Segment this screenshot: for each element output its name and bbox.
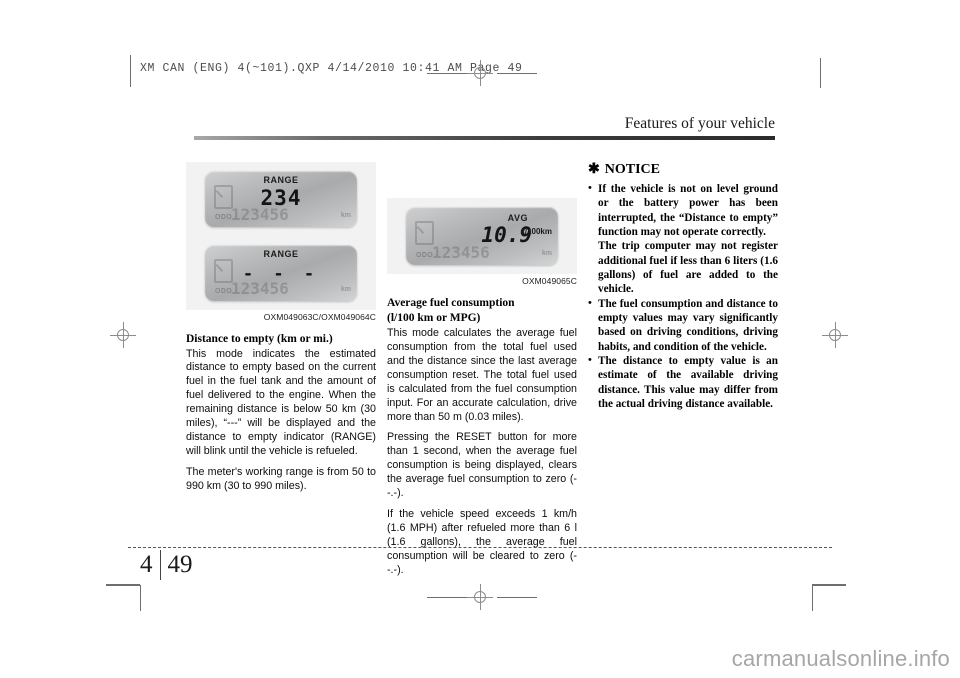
asterisk-icon: ✱ [588,162,600,177]
lcd-odo-label: ODO [215,288,233,295]
registration-mark-bottom [467,584,493,610]
header-rule [194,136,775,140]
crop-rule-top-right [497,72,537,74]
notice-item-text: The distance to empty value is an estima… [598,354,778,410]
crop-bar-bottom-left-v [140,585,141,611]
registration-mark-left [110,322,136,348]
paragraph-avg-3: If the vehicle speed exceeds 1 km/h (1.6… [387,508,577,576]
figure-plate-range-value: RANGE 234 ODO 123456 km [186,162,376,236]
notice-item-text: The fuel consumption and distance to emp… [598,297,778,353]
lcd-units-avg: ℓ/100km [520,227,552,236]
crop-bar-bottom-right-v [812,585,813,611]
section-heading-avg-fuel-consumption-line2: (l/100 km or MPG) [387,311,481,324]
crop-bar-top-left [130,55,131,87]
lcd-odo-value: 123456 [432,243,490,262]
lcd-odo-unit: km [340,286,351,293]
section-heading-distance-to-empty: Distance to empty (km or mi.) [186,333,333,345]
figure-avg-consumption: AVG 10.9 ℓ/100km ODO 123456 km OXM049065… [387,162,577,286]
notice-item-text: If the vehicle is not on level ground or… [598,183,778,296]
notice-list: If the vehicle is not on level ground or… [588,181,778,411]
notice-heading: ✱ NOTICE [588,162,778,178]
figure-caption: OXM049063C/OXM049064C [263,312,376,322]
page-folio: 4 49 [140,550,193,580]
crop-bar-bottom-right-h [812,584,846,586]
lcd-panel-range-dashes: RANGE - - - ODO 123456 km [205,245,357,301]
lcd-label-avg: AVG [507,213,528,223]
site-watermark: carmanualsonline.info [731,646,950,671]
lcd-odo-value: 123456 [231,279,289,298]
notice-title-text: NOTICE [604,162,660,177]
paragraph-avg-2: Pressing the RESET button for more than … [387,431,577,500]
folio-divider [159,550,161,580]
column-left: RANGE 234 ODO 123456 km RANGE - - - ODO … [186,162,376,501]
figure-caption: OXM049065C [522,276,577,286]
lcd-panel-range-value: RANGE 234 ODO 123456 km [205,171,357,227]
lcd-panel-avg: AVG 10.9 ℓ/100km ODO 123456 km [406,207,558,265]
lcd-label-range: RANGE [263,249,299,259]
notice-list-item: If the vehicle is not on level ground or… [588,181,778,297]
registration-mark-right [822,322,848,348]
fuel-pump-icon [415,221,434,245]
registration-mark-top [467,60,493,86]
page-running-head: Features of your vehicle [624,115,775,132]
page-body-columns: RANGE 234 ODO 123456 km RANGE - - - ODO … [186,162,778,576]
crop-rule-bottom-right [497,596,537,598]
lcd-odo-label: ODO [215,214,233,221]
column-middle: AVG 10.9 ℓ/100km ODO 123456 km OXM049065… [387,162,577,585]
figure-range-displays: RANGE 234 ODO 123456 km RANGE - - - ODO … [186,162,376,322]
figure-plate-range-dashes: RANGE - - - ODO 123456 km [186,236,376,310]
section-heading-avg-fuel-consumption-line1: Average fuel consumption [387,297,515,309]
figure-plate-avg: AVG 10.9 ℓ/100km ODO 123456 km [387,198,577,274]
folio-chapter-number: 4 [140,551,153,578]
crop-bar-top-right [820,58,821,88]
paragraph-distance-to-empty-2: The meter's working range is from 50 to … [186,465,376,492]
lcd-odo-unit: km [340,212,351,219]
crop-rule-bottom-left [427,596,467,598]
lcd-label-range: RANGE [263,175,299,185]
lcd-odo-value: 123456 [231,205,289,224]
footer-dashed-rule [128,547,832,548]
column-right: ✱ NOTICE If the vehicle is not on level … [588,162,778,411]
crop-rule-top-left [427,72,467,74]
notice-list-item: The fuel consumption and distance to emp… [588,296,778,354]
paragraph-avg-1: This mode calculates the average fuel co… [387,327,577,423]
crop-bar-bottom-left-h [106,584,140,586]
lcd-odo-label: ODO [416,252,434,259]
lcd-odo-unit: km [541,250,552,257]
folio-page-number: 49 [167,551,193,578]
paragraph-distance-to-empty-1: This mode indicates the estimated distan… [186,347,376,457]
notice-list-item: The distance to empty value is an estima… [588,353,778,411]
